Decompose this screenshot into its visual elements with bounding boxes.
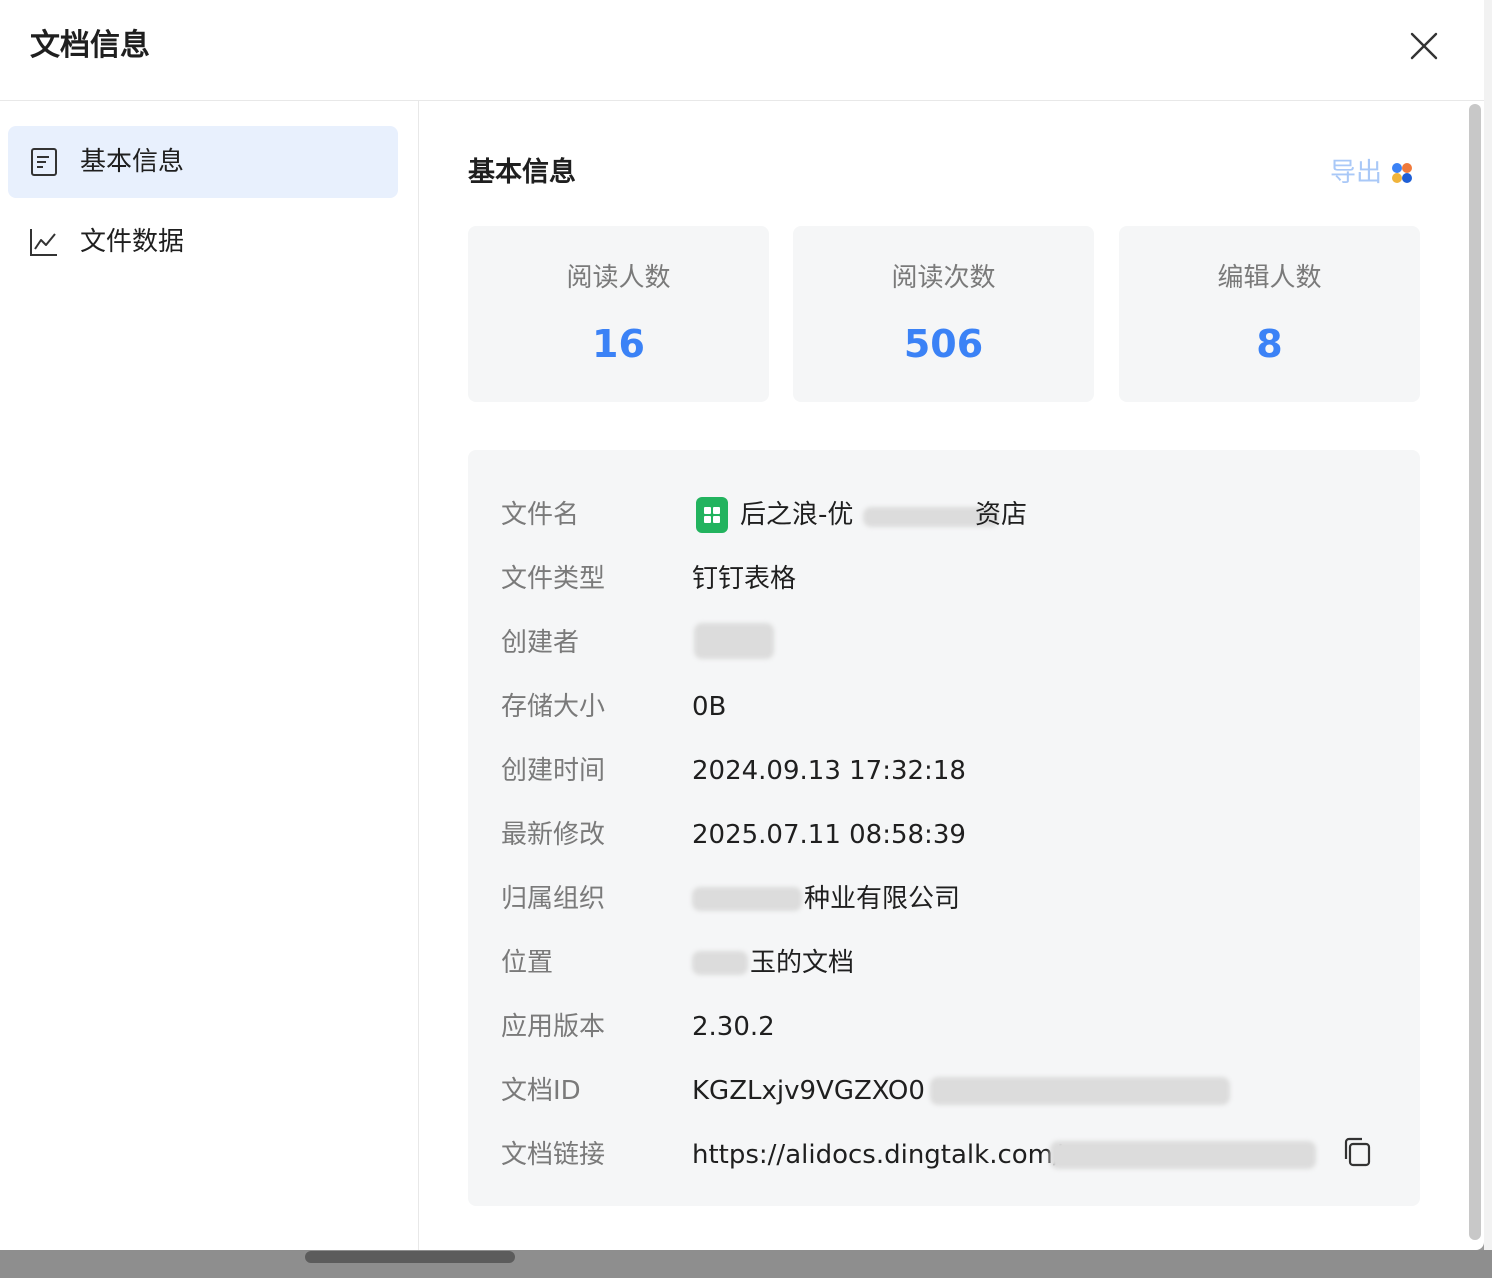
info-row-app-version: 应用版本 2.30.2: [468, 1003, 1420, 1051]
document-list-icon: [31, 148, 57, 176]
line-chart-icon: [30, 229, 57, 256]
created-at-value: 2024.09.13 17:32:18: [692, 756, 966, 786]
close-icon: [1410, 32, 1438, 60]
dialog-header: 文档信息: [0, 0, 1484, 101]
info-key: 位置: [501, 948, 554, 978]
storage-value: 0B: [692, 692, 727, 722]
info-key: 最新修改: [501, 820, 606, 850]
info-key: 存储大小: [501, 692, 606, 722]
doc-id-value: KGZLxjv9VGZXO0: [692, 1076, 925, 1106]
info-row-storage: 存储大小 0B: [468, 683, 1420, 731]
modified-at-value: 2025.07.11 08:58:39: [692, 820, 966, 850]
org-value-tail: 种业有限公司: [804, 884, 961, 914]
stat-card-reads: 阅读次数 506: [793, 226, 1094, 402]
redacted-creator-name: [694, 623, 774, 659]
background-page-bottom: [0, 1250, 1492, 1278]
info-key: 应用版本: [501, 1012, 606, 1042]
stat-value: 8: [1256, 322, 1283, 366]
info-row-modified-at: 最新修改 2025.07.11 08:58:39: [468, 811, 1420, 859]
info-key: 文档链接: [501, 1140, 606, 1170]
stat-value: 16: [592, 322, 645, 366]
export-label: 导出: [1330, 158, 1383, 188]
dialog-title: 文档信息: [30, 28, 150, 63]
document-info-dialog: 文档信息 基本信息 文件数据 基本信息 导出 阅读人数 16 阅读次数 506 …: [0, 0, 1484, 1250]
sidebar-item-basic-info[interactable]: 基本信息: [8, 126, 398, 198]
file-type-value: 钉钉表格: [692, 564, 797, 594]
info-key: 文件名: [501, 500, 580, 530]
info-key: 创建者: [501, 628, 580, 658]
redacted-text: [692, 887, 802, 911]
info-row-doc-link: 文档链接 https://alidocs.dingtalk.com/: [468, 1131, 1420, 1179]
redacted-text: [1050, 1141, 1316, 1169]
section-title: 基本信息: [468, 157, 576, 188]
info-row-org: 归属组织 种业有限公司: [468, 875, 1420, 923]
colorful-clover-icon: [1392, 163, 1413, 183]
redacted-text: [692, 951, 748, 975]
app-version-value: 2.30.2: [692, 1012, 775, 1042]
main-panel: 基本信息 导出 阅读人数 16 阅读次数 506 编辑人数 8 文件名 后之浪-…: [420, 101, 1484, 1250]
stat-label: 阅读次数: [891, 263, 996, 293]
sidebar-item-file-data[interactable]: 文件数据: [8, 206, 398, 278]
background-page-edge: [1484, 0, 1492, 1278]
redacted-text: [930, 1077, 1230, 1105]
sidebar: 基本信息 文件数据: [0, 101, 419, 1250]
export-button[interactable]: 导出: [1330, 155, 1416, 191]
doc-link-value: https://alidocs.dingtalk.com/: [692, 1140, 1062, 1170]
close-button[interactable]: [1404, 26, 1444, 66]
stat-label: 阅读人数: [566, 263, 671, 293]
stat-card-editors: 编辑人数 8: [1119, 226, 1420, 402]
sidebar-item-label: 基本信息: [80, 147, 185, 177]
info-key: 文件类型: [501, 564, 606, 594]
info-card: 文件名 后之浪-优 资店 文件类型 钉钉表格 创建者 存储大小 0B 创建时间 …: [468, 450, 1420, 1206]
info-key: 归属组织: [501, 884, 606, 914]
info-key: 文档ID: [501, 1076, 581, 1106]
stat-card-readers: 阅读人数 16: [468, 226, 769, 402]
info-row-created-at: 创建时间 2024.09.13 17:32:18: [468, 747, 1420, 795]
info-row-doc-id: 文档ID KGZLxjv9VGZXO0: [468, 1067, 1420, 1115]
file-name-value-tail: 资店: [975, 500, 1028, 530]
location-value-tail: 玉的文档: [750, 948, 855, 978]
info-row-creator: 创建者: [468, 619, 1420, 667]
copy-icon[interactable]: [1340, 1135, 1374, 1169]
stat-value: 506: [903, 322, 984, 366]
sidebar-item-label: 文件数据: [80, 227, 185, 257]
horizontal-scrollbar-thumb[interactable]: [305, 1251, 515, 1263]
info-row-file-name: 文件名 后之浪-优 资店: [468, 491, 1420, 539]
info-row-location: 位置 玉的文档: [468, 939, 1420, 987]
stat-label: 编辑人数: [1217, 263, 1322, 293]
file-name-value: 后之浪-优: [740, 500, 854, 530]
vertical-scrollbar-thumb[interactable]: [1469, 104, 1481, 1240]
spreadsheet-icon: [696, 497, 728, 533]
info-key: 创建时间: [501, 756, 606, 786]
info-row-file-type: 文件类型 钉钉表格: [468, 555, 1420, 603]
